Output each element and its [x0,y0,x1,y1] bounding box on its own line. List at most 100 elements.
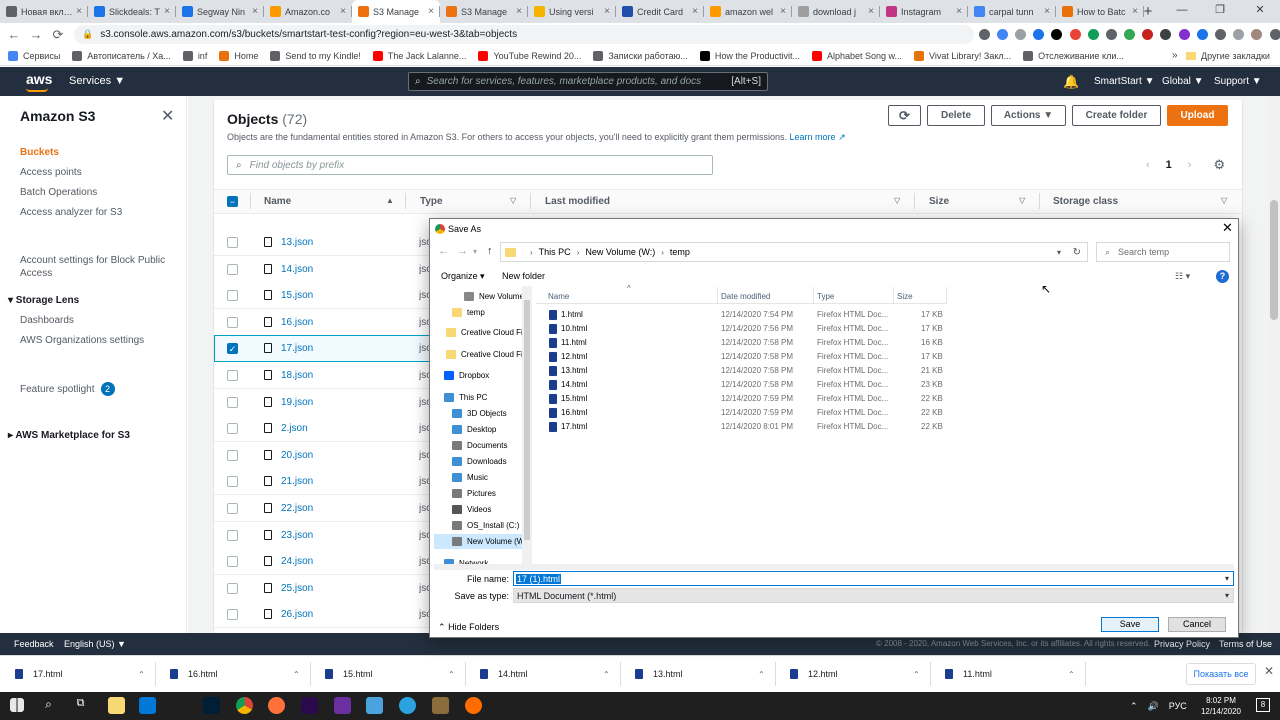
breadcrumb-this-pc[interactable]: This PC [539,247,571,257]
nav-item[interactable]: This PC [434,390,522,405]
taskbar-app-icon[interactable] [465,697,482,714]
table-row[interactable] [214,362,430,389]
column-type[interactable]: Type [817,292,834,301]
object-name-link[interactable]: 14.json [281,264,313,275]
chevron-up-icon[interactable]: ⌃ [603,670,610,679]
extension-icon[interactable] [1033,29,1045,40]
nav-item[interactable]: New Volume (W [434,534,522,549]
notification-icon[interactable]: 8 [1256,698,1270,712]
page-scrollbar[interactable] [1268,96,1280,633]
download-item[interactable]: 16.html ⌃ [170,662,310,686]
page-scrollbar-thumb[interactable] [1270,200,1278,320]
chevron-up-icon[interactable]: ⌃ [138,670,145,679]
chevron-up-icon[interactable]: ⌃ [758,670,765,679]
close-tab-icon[interactable]: × [868,6,874,17]
forward-icon[interactable]: → [26,23,46,46]
close-tab-icon[interactable]: × [428,6,434,17]
sort-asc-icon[interactable]: ▲ [386,196,394,205]
file-row[interactable]: 14.html 12/14/2020 7:58 PM Firefox HTML Do… [545,378,945,392]
table-row[interactable] [214,548,430,575]
tab-4[interactable]: S3 Manage × [352,0,440,23]
page-number[interactable]: 1 [1166,159,1172,171]
close-tab-icon[interactable]: × [956,6,962,17]
chevron-down-icon[interactable]: ▾ [1225,574,1229,583]
bookmark-item[interactable]: Автописатель / Ха... [72,50,171,61]
column-storage-class[interactable]: Storage class [1053,196,1118,207]
table-row[interactable] [214,256,430,283]
file-row[interactable]: 16.html 12/14/2020 7:59 PM Firefox HTML Do… [545,406,945,420]
close-tab-icon[interactable]: × [340,6,346,17]
file-list-scrollbar[interactable] [434,564,1234,570]
tab-0[interactable]: Новая вкладка× [0,0,88,23]
save-type-select[interactable]: HTML Document (*.html) ▾ [513,588,1234,603]
file-row[interactable]: 10.html 12/14/2020 7:56 PM Firefox HTML Do… [545,322,945,336]
photoshop-icon[interactable] [203,697,220,714]
bookmark-item[interactable]: YouTube Rewind 20... [478,50,581,61]
file-row[interactable]: 15.html 12/14/2020 7:59 PM Firefox HTML Do… [545,392,945,406]
bookmark-item[interactable]: The Jack Lalanne... [372,50,466,61]
column-date-modified[interactable]: Date modified [721,292,770,301]
table-row[interactable] [214,575,430,602]
delete-button[interactable]: Delete [927,105,985,126]
bookmark-item[interactable]: Alphabet Song w... [811,50,902,61]
object-name-link[interactable]: 16.json [281,317,313,328]
extension-icon[interactable] [1051,29,1063,40]
refresh-icon[interactable]: ↻ [1073,247,1081,258]
bookmark-item[interactable]: How the Productivit... [699,50,800,61]
windows-start-icon[interactable] [10,698,24,712]
table-row[interactable] [214,468,430,495]
tab-3[interactable]: Amazon.co × [264,0,352,23]
object-name-link[interactable]: 17.json [281,343,313,354]
download-item[interactable]: 14.html ⌃ [480,662,620,686]
chevron-down-icon[interactable]: ▾ [1225,591,1229,600]
object-name-link[interactable]: 23.json [281,530,313,541]
bookmark-item[interactable]: inf [182,50,207,61]
telegram-icon[interactable] [399,697,416,714]
row-checkbox[interactable] [227,264,238,275]
prev-page-icon[interactable]: ‹ [1146,159,1150,171]
bookmark-item[interactable]: Vivat Library! Закл... [914,50,1011,61]
firefox-icon[interactable] [268,697,285,714]
bookmark-item[interactable]: Home [219,50,258,61]
nav-item[interactable]: Dropbox [434,368,522,383]
sidebar-item[interactable]: Dashboards [20,315,74,326]
row-checkbox[interactable] [227,370,238,381]
language-selector[interactable]: English (US) ▼ [64,633,126,655]
nav-item[interactable]: Downloads [434,454,522,469]
taskbar-app-icon[interactable] [334,697,351,714]
minimize-button[interactable]: — [1162,0,1202,23]
media-icon[interactable] [1233,29,1245,40]
taskbar-app-icon[interactable] [366,697,383,714]
close-window-button[interactable]: ✕ [1240,0,1280,23]
hide-folders-button[interactable]: ⌃ Hide Folders [438,622,499,633]
tab-1[interactable]: Slickdeals: T × [88,0,176,23]
close-tab-icon[interactable]: × [76,6,82,17]
nav-item[interactable]: temp [434,305,522,320]
download-item[interactable]: 15.html ⌃ [325,662,465,686]
sort-icon[interactable]: ▽ [1019,196,1025,205]
select-all-checkbox[interactable]: − [227,196,238,207]
premiere-icon[interactable] [301,697,318,714]
extension-icon[interactable] [1196,29,1208,40]
chevron-up-icon[interactable]: ⌃ [293,670,300,679]
table-row[interactable] [214,389,430,416]
puzzle-icon[interactable] [1215,29,1227,40]
table-row[interactable] [214,522,430,549]
filter-input[interactable]: ⌕ Find objects by prefix [227,155,713,175]
tab-10[interactable]: Instagram × [880,0,968,23]
object-name-link[interactable]: 21.json [281,476,313,487]
row-checkbox[interactable] [227,397,238,408]
bookmark-item[interactable]: Сервисы [8,50,60,61]
download-item[interactable]: 12.html ⌃ [790,662,930,686]
tab-9[interactable]: download j × [792,0,880,23]
tab-8[interactable]: amazon wel × [704,0,792,23]
back-icon[interactable]: ← [438,245,449,257]
cancel-button[interactable]: Cancel [1168,617,1226,632]
object-name-link[interactable]: 18.json [281,370,313,381]
address-bar[interactable]: 🔒 s3.console.aws.amazon.com/s3/buckets/s… [74,25,974,44]
extension-icon[interactable] [1087,29,1099,40]
chevron-up-icon[interactable]: ⌃ [1130,701,1138,712]
star-icon[interactable] [978,29,990,40]
create-folder-button[interactable]: Create folder [1072,105,1161,126]
row-checkbox[interactable] [227,237,238,248]
